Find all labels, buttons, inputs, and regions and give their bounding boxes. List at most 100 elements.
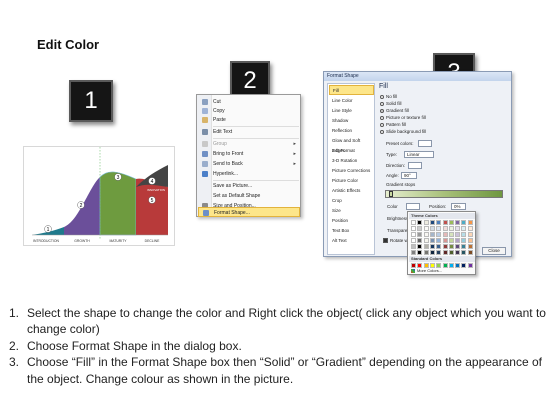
- standard-color-swatch[interactable]: [467, 263, 473, 268]
- close-button[interactable]: Close: [482, 247, 506, 255]
- standard-color-swatch[interactable]: [461, 263, 467, 268]
- theme-color-swatch[interactable]: [436, 232, 442, 237]
- theme-color-swatch[interactable]: [411, 232, 416, 237]
- theme-color-swatch[interactable]: [467, 220, 473, 225]
- radio-gradient-fill[interactable]: Gradient fill: [380, 107, 409, 114]
- radio-solid-fill[interactable]: Solid fill: [380, 100, 402, 107]
- theme-color-swatch[interactable]: [417, 250, 423, 255]
- theme-color-swatch[interactable]: [423, 244, 429, 249]
- nav-item-shadow[interactable]: Shadow: [329, 116, 374, 126]
- standard-color-swatch[interactable]: [429, 263, 435, 268]
- theme-color-swatch[interactable]: [436, 220, 442, 225]
- menu-item-save-as-picture[interactable]: Save as Picture...: [198, 181, 300, 191]
- theme-color-swatch[interactable]: [436, 250, 442, 255]
- theme-color-swatch[interactable]: [448, 238, 454, 243]
- theme-color-swatch[interactable]: [429, 226, 435, 231]
- standard-color-swatch[interactable]: [411, 263, 416, 268]
- theme-color-swatch[interactable]: [423, 250, 429, 255]
- theme-color-swatch[interactable]: [461, 220, 467, 225]
- nav-item-size[interactable]: Size: [329, 206, 374, 216]
- theme-color-swatch[interactable]: [436, 226, 442, 231]
- theme-color-swatch[interactable]: [442, 220, 448, 225]
- theme-color-swatch[interactable]: [448, 226, 454, 231]
- theme-color-swatch[interactable]: [467, 226, 473, 231]
- nav-item-glow[interactable]: Glow and Soft Edges: [329, 136, 374, 153]
- theme-color-swatch[interactable]: [455, 250, 461, 255]
- theme-color-swatch[interactable]: [411, 238, 416, 243]
- theme-color-swatch[interactable]: [442, 232, 448, 237]
- nav-item-picture-color[interactable]: Picture Color: [329, 176, 374, 186]
- radio-pattern-fill[interactable]: Pattern fill: [380, 121, 406, 128]
- theme-color-swatch[interactable]: [417, 220, 423, 225]
- color-dropdown[interactable]: [406, 203, 420, 210]
- theme-color-swatch[interactable]: [455, 244, 461, 249]
- standard-color-swatch[interactable]: [455, 263, 461, 268]
- theme-color-swatch[interactable]: [423, 226, 429, 231]
- nav-item-reflection[interactable]: Reflection: [329, 126, 374, 136]
- preset-colors-dropdown[interactable]: [418, 140, 432, 147]
- theme-color-swatch[interactable]: [461, 226, 467, 231]
- theme-color-swatch[interactable]: [423, 238, 429, 243]
- menu-item-format-shape[interactable]: Format Shape...: [198, 207, 300, 217]
- theme-color-swatch[interactable]: [467, 250, 473, 255]
- nav-item-position[interactable]: Position: [329, 216, 374, 226]
- theme-color-swatch[interactable]: [455, 220, 461, 225]
- theme-color-swatch[interactable]: [455, 226, 461, 231]
- lifecycle-chart[interactable]: 1 2 3 4 5 INNOVATION INTRODUCTION GROWTH…: [23, 146, 175, 246]
- menu-item-group[interactable]: Group ▸: [198, 139, 300, 149]
- theme-color-swatch[interactable]: [423, 220, 429, 225]
- theme-color-swatch[interactable]: [429, 244, 435, 249]
- theme-color-swatch[interactable]: [411, 250, 416, 255]
- theme-color-swatch[interactable]: [455, 232, 461, 237]
- theme-color-swatch[interactable]: [429, 250, 435, 255]
- menu-item-bring-to-front[interactable]: Bring to Front ▸: [198, 149, 300, 159]
- nav-item-artistic-effects[interactable]: Artistic Effects: [329, 186, 374, 196]
- nav-item-3d-format[interactable]: 3-D Format: [329, 146, 374, 156]
- theme-color-swatch[interactable]: [448, 232, 454, 237]
- angle-input[interactable]: 90°: [401, 172, 417, 179]
- standard-color-swatch[interactable]: [442, 263, 448, 268]
- position-input[interactable]: 0%: [451, 203, 466, 210]
- nav-item-line-style[interactable]: Line Style: [329, 106, 374, 116]
- menu-item-paste[interactable]: Paste: [198, 115, 300, 125]
- theme-color-swatch[interactable]: [429, 232, 435, 237]
- maturity-area[interactable]: [99, 171, 137, 236]
- theme-color-swatch[interactable]: [448, 250, 454, 255]
- rotate-with-shape-checkbox[interactable]: Rotate w: [383, 238, 408, 244]
- theme-color-swatch[interactable]: [411, 226, 416, 231]
- theme-color-swatch[interactable]: [442, 226, 448, 231]
- gradient-stop-handle[interactable]: [389, 191, 393, 197]
- nav-item-3d-rotation[interactable]: 3-D Rotation: [329, 156, 374, 166]
- menu-item-edit-text[interactable]: Edit Text: [198, 127, 300, 137]
- nav-item-alt-text[interactable]: Alt Text: [329, 236, 374, 246]
- theme-color-swatch[interactable]: [417, 238, 423, 243]
- theme-color-swatch[interactable]: [448, 220, 454, 225]
- theme-color-swatch[interactable]: [436, 244, 442, 249]
- standard-color-swatch[interactable]: [448, 263, 454, 268]
- radio-slide-bg-fill[interactable]: Slide background fill: [380, 128, 426, 135]
- standard-color-swatch[interactable]: [417, 263, 423, 268]
- standard-color-swatch[interactable]: [436, 263, 442, 268]
- theme-color-swatch[interactable]: [423, 232, 429, 237]
- nav-item-picture-corrections[interactable]: Picture Corrections: [329, 166, 374, 176]
- theme-color-swatch[interactable]: [442, 244, 448, 249]
- gradient-stops-bar[interactable]: [385, 190, 503, 198]
- nav-item-text-box[interactable]: Text Box: [329, 226, 374, 236]
- theme-color-swatch[interactable]: [411, 220, 416, 225]
- theme-color-swatch[interactable]: [442, 250, 448, 255]
- theme-color-swatch[interactable]: [467, 238, 473, 243]
- theme-color-swatch[interactable]: [417, 232, 423, 237]
- theme-color-swatch[interactable]: [455, 238, 461, 243]
- theme-color-swatch[interactable]: [467, 232, 473, 237]
- theme-color-swatch[interactable]: [436, 238, 442, 243]
- radio-picture-fill[interactable]: Picture or texture fill: [380, 114, 426, 121]
- theme-color-swatch[interactable]: [417, 244, 423, 249]
- menu-item-hyperlink[interactable]: Hyperlink...: [198, 169, 300, 179]
- more-colors-button[interactable]: More Colors...: [411, 268, 442, 273]
- nav-item-line-color[interactable]: Line Color: [329, 96, 374, 106]
- theme-color-swatch[interactable]: [448, 244, 454, 249]
- theme-color-swatch[interactable]: [461, 238, 467, 243]
- theme-color-swatch[interactable]: [429, 220, 435, 225]
- theme-color-swatch[interactable]: [411, 244, 416, 249]
- type-dropdown[interactable]: Linear: [404, 151, 434, 158]
